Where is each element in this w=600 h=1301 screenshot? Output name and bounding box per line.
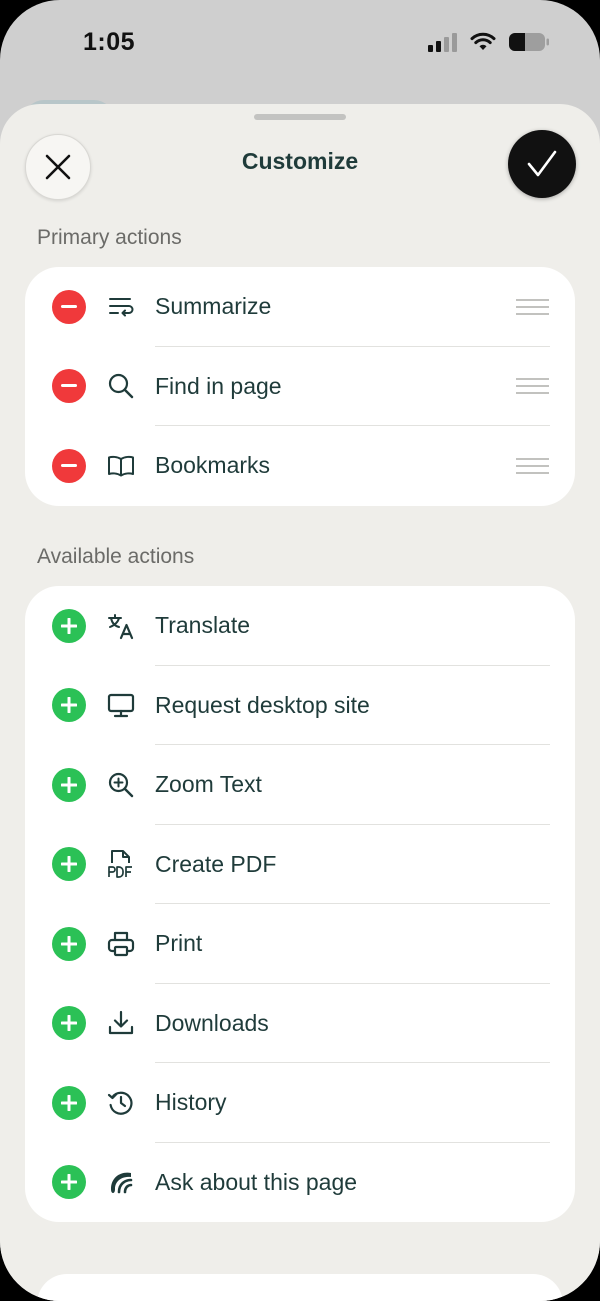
- action-label: Translate: [155, 612, 251, 639]
- action-label: Summarize: [155, 293, 272, 320]
- action-label: History: [155, 1089, 227, 1116]
- action-label: Ask about this page: [155, 1168, 358, 1195]
- download-icon: [105, 1007, 137, 1039]
- book-icon: [105, 450, 137, 482]
- add-button[interactable]: [52, 847, 86, 882]
- plus-icon: [61, 1174, 77, 1191]
- translate-icon: [105, 610, 137, 642]
- drag-handle-icon[interactable]: [516, 377, 549, 395]
- wifi-icon: [470, 32, 496, 50]
- zoom-in-icon: [105, 769, 137, 801]
- add-button[interactable]: [52, 608, 86, 643]
- assistant-icon: [105, 1166, 137, 1198]
- available-actions-label: Available actions: [37, 545, 195, 568]
- add-button[interactable]: [52, 1085, 86, 1120]
- sheet-grabber[interactable]: [254, 114, 346, 120]
- status-icons: [428, 32, 550, 52]
- available-action-row[interactable]: Downloads: [25, 984, 575, 1063]
- bottom-card-peek: [37, 1274, 563, 1301]
- plus-icon: [61, 1015, 77, 1032]
- signal-icon: [428, 33, 457, 52]
- available-action-row[interactable]: Translate: [25, 586, 575, 666]
- plus-icon: [61, 697, 77, 714]
- action-label: Create PDF: [155, 850, 277, 877]
- action-label: Request desktop site: [155, 691, 370, 718]
- action-label: Print: [155, 930, 203, 957]
- remove-button[interactable]: [52, 448, 86, 483]
- summarize-icon: [105, 291, 137, 323]
- primary-actions-card: Summarize Find in page Bookmarks: [25, 267, 575, 506]
- drag-handle-icon[interactable]: [516, 457, 549, 475]
- plus-icon: [61, 856, 77, 873]
- action-label: Zoom Text: [155, 771, 262, 798]
- action-label: Downloads: [155, 1009, 269, 1036]
- status-time: 1:05: [83, 28, 136, 56]
- printer-icon: [105, 928, 137, 960]
- available-actions-card: Translate Request desktop site Zoom Text…: [25, 586, 575, 1222]
- battery-icon: [509, 33, 549, 51]
- available-action-row[interactable]: Create PDF: [25, 825, 575, 904]
- plus-icon: [61, 935, 77, 952]
- available-action-row[interactable]: Zoom Text: [25, 745, 575, 825]
- action-label: Bookmarks: [155, 452, 271, 479]
- plus-icon: [61, 617, 77, 634]
- plus-icon: [61, 1094, 77, 1111]
- remove-button[interactable]: [52, 369, 86, 404]
- checkmark-icon: [527, 150, 557, 177]
- customize-sheet: Customize Primary actions Summarize Find…: [0, 104, 600, 1301]
- available-action-row[interactable]: Print: [25, 904, 575, 984]
- add-button[interactable]: [52, 926, 86, 961]
- history-icon: [105, 1087, 137, 1119]
- pdf-icon: [105, 848, 137, 880]
- minus-icon: [61, 463, 77, 467]
- primary-action-row[interactable]: Summarize: [25, 267, 575, 347]
- search-icon: [105, 370, 137, 402]
- minus-icon: [61, 304, 77, 308]
- done-button[interactable]: [508, 130, 576, 198]
- available-action-row[interactable]: Request desktop site: [25, 666, 575, 745]
- drag-handle-icon[interactable]: [516, 298, 549, 316]
- primary-action-row[interactable]: Bookmarks: [25, 426, 575, 506]
- remove-button[interactable]: [52, 289, 86, 324]
- plus-icon: [61, 776, 77, 793]
- monitor-icon: [105, 689, 137, 721]
- action-label: Find in page: [155, 372, 282, 399]
- add-button[interactable]: [52, 1165, 86, 1200]
- primary-action-row[interactable]: Find in page: [25, 347, 575, 426]
- add-button[interactable]: [52, 767, 86, 802]
- phone-screen: 1:05 Customize Primary actions Summarize…: [0, 0, 600, 1301]
- minus-icon: [61, 384, 77, 388]
- available-action-row[interactable]: History: [25, 1063, 575, 1143]
- available-action-row[interactable]: Ask about this page: [25, 1143, 575, 1223]
- primary-actions-label: Primary actions: [37, 226, 182, 249]
- add-button[interactable]: [52, 688, 86, 723]
- add-button[interactable]: [52, 1006, 86, 1041]
- status-bar: 1:05: [0, 0, 600, 90]
